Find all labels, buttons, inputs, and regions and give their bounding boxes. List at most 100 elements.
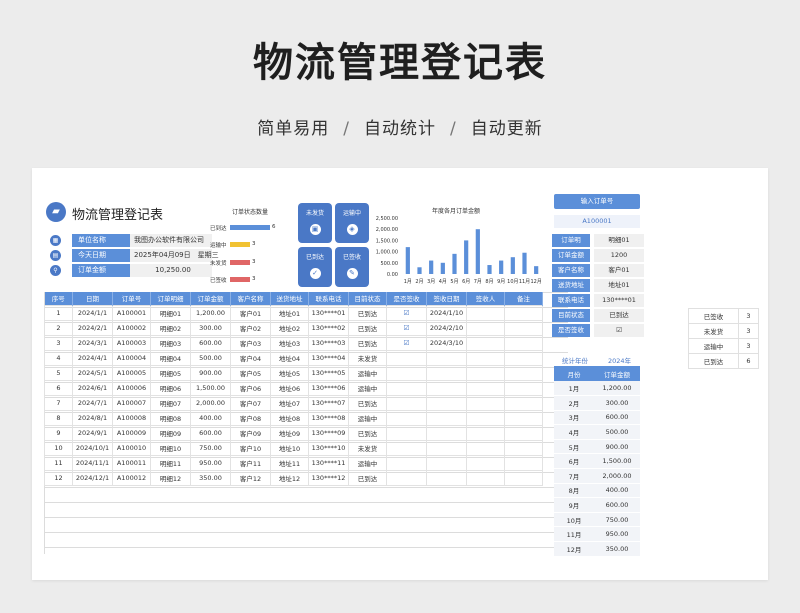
table-cell[interactable]: 350.00 — [190, 469, 231, 486]
table-cell[interactable]: 已到达 — [348, 319, 387, 336]
table-cell[interactable]: 600.00 — [190, 424, 231, 441]
table-cell[interactable]: 2024/5/1 — [72, 364, 113, 381]
column-header[interactable]: 备注 — [504, 292, 543, 305]
table-cell[interactable]: 130****07 — [308, 394, 349, 411]
table-cell[interactable]: 1 — [44, 304, 73, 321]
table-cell[interactable] — [426, 394, 467, 411]
table-row[interactable]: 9 2024/9/1 A100009 明细09 600.00 客户09 地址09 130***… — [44, 424, 543, 441]
table-cell[interactable]: 130****12 — [308, 469, 349, 486]
signed-checkbox[interactable] — [386, 379, 427, 396]
table-cell[interactable]: A100006 — [112, 379, 151, 396]
table-cell[interactable]: 地址03 — [270, 334, 309, 351]
table-cell[interactable]: 2024/6/1 — [72, 379, 113, 396]
signed-checkbox[interactable] — [386, 364, 427, 381]
table-cell[interactable] — [504, 319, 543, 336]
table-cell[interactable] — [504, 349, 543, 366]
table-cell[interactable]: 900.00 — [190, 364, 231, 381]
table-cell[interactable]: 地址12 — [270, 469, 309, 486]
table-cell[interactable]: 1,500.00 — [190, 379, 231, 396]
table-cell[interactable]: 130****03 — [308, 334, 349, 351]
info-value[interactable]: 10,250.00 — [130, 264, 212, 277]
table-cell[interactable]: A100012 — [112, 469, 151, 486]
table-cell[interactable] — [466, 439, 505, 456]
table-cell[interactable]: 130****06 — [308, 379, 349, 396]
column-header[interactable]: 签收日期 — [426, 292, 467, 305]
table-cell[interactable] — [504, 469, 543, 486]
table-cell[interactable]: A100009 — [112, 424, 151, 441]
table-cell[interactable]: 客户11 — [230, 454, 271, 471]
table-cell[interactable] — [466, 409, 505, 426]
table-cell[interactable] — [504, 439, 543, 456]
table-cell[interactable] — [504, 334, 543, 351]
table-cell[interactable]: 明细05 — [150, 364, 191, 381]
table-cell[interactable]: 2024/3/10 — [426, 334, 467, 351]
table-cell[interactable]: 2024/11/1 — [72, 454, 113, 471]
table-cell[interactable]: 地址05 — [270, 364, 309, 381]
table-cell[interactable]: 2024/2/1 — [72, 319, 113, 336]
table-cell[interactable]: 130****08 — [308, 409, 349, 426]
table-cell[interactable]: 明细08 — [150, 409, 191, 426]
table-cell[interactable]: A100003 — [112, 334, 151, 351]
table-row[interactable]: 2 2024/2/1 A100002 明细02 300.00 客户02 地址02 130***… — [44, 319, 543, 336]
table-row[interactable]: 11 2024/11/1 A100011 明细11 950.00 客户11 地址11 130*… — [44, 454, 543, 471]
table-cell[interactable]: A100010 — [112, 439, 151, 456]
table-cell[interactable]: 客户09 — [230, 424, 271, 441]
table-cell[interactable]: 运输中 — [348, 454, 387, 471]
table-cell[interactable]: 地址01 — [270, 304, 309, 321]
table-cell[interactable]: 12 — [44, 469, 73, 486]
table-cell[interactable]: 客户01 — [230, 304, 271, 321]
table-cell[interactable] — [426, 364, 467, 381]
column-header[interactable]: 联系电话 — [308, 292, 349, 305]
table-cell[interactable]: 运输中 — [348, 379, 387, 396]
table-cell[interactable]: 600.00 — [190, 334, 231, 351]
column-header[interactable]: 订单明细 — [150, 292, 191, 305]
table-cell[interactable]: 地址09 — [270, 424, 309, 441]
table-cell[interactable]: 未发货 — [348, 349, 387, 366]
table-cell[interactable]: 950.00 — [190, 454, 231, 471]
table-cell[interactable]: 10 — [44, 439, 73, 456]
table-cell[interactable]: 8 — [44, 409, 73, 426]
table-cell[interactable]: 7 — [44, 394, 73, 411]
table-cell[interactable]: 客户08 — [230, 409, 271, 426]
table-cell[interactable] — [466, 364, 505, 381]
info-value[interactable]: 我图办公软件有限公司 — [130, 234, 212, 247]
tile-arrived[interactable]: 已到达 ✓ — [298, 247, 332, 287]
tile-in-transit[interactable]: 运输中 ◈ — [335, 203, 369, 243]
table-cell[interactable] — [504, 304, 543, 321]
table-cell[interactable]: 客户10 — [230, 439, 271, 456]
table-cell[interactable] — [504, 424, 543, 441]
table-cell[interactable]: 6 — [44, 379, 73, 396]
table-cell[interactable]: 明细11 — [150, 454, 191, 471]
table-row[interactable]: 12 2024/12/1 A100012 明细12 350.00 客户12 地址12 130*… — [44, 469, 543, 486]
table-cell[interactable]: 2024/1/1 — [72, 304, 113, 321]
table-cell[interactable]: A100002 — [112, 319, 151, 336]
table-cell[interactable]: 客户12 — [230, 469, 271, 486]
table-cell[interactable]: 地址08 — [270, 409, 309, 426]
table-cell[interactable] — [426, 424, 467, 441]
table-cell[interactable]: 地址11 — [270, 454, 309, 471]
tile-not-shipped[interactable]: 未发货 ▣ — [298, 203, 332, 243]
signed-checkbox[interactable] — [386, 409, 427, 426]
table-cell[interactable]: 客户06 — [230, 379, 271, 396]
column-header[interactable]: 序号 — [44, 292, 73, 305]
table-cell[interactable]: 750.00 — [190, 439, 231, 456]
signed-checkbox[interactable] — [386, 439, 427, 456]
table-cell[interactable]: 运输中 — [348, 364, 387, 381]
table-cell[interactable]: 明细07 — [150, 394, 191, 411]
column-header[interactable]: 送货地址 — [270, 292, 309, 305]
table-cell[interactable]: 130****01 — [308, 304, 349, 321]
table-cell[interactable]: 2,000.00 — [190, 394, 231, 411]
table-cell[interactable]: 客户03 — [230, 334, 271, 351]
stat-year-value[interactable]: 2024年 — [608, 355, 631, 365]
column-header[interactable]: 日期 — [72, 292, 113, 305]
info-value[interactable]: 2025年04月09日 星期三 — [130, 249, 219, 262]
signed-checkbox[interactable] — [386, 454, 427, 471]
table-cell[interactable]: 已到达 — [348, 304, 387, 321]
table-cell[interactable]: 130****04 — [308, 349, 349, 366]
table-cell[interactable]: 130****02 — [308, 319, 349, 336]
table-row[interactable]: 7 2024/7/1 A100007 明细07 2,000.00 客户07 地址07 130*… — [44, 394, 543, 411]
table-row[interactable]: 3 2024/3/1 A100003 明细03 600.00 客户03 地址03 130***… — [44, 334, 543, 351]
order-id-input[interactable]: A100001 — [554, 215, 640, 228]
table-cell[interactable] — [466, 349, 505, 366]
table-cell[interactable]: 2024/2/10 — [426, 319, 467, 336]
